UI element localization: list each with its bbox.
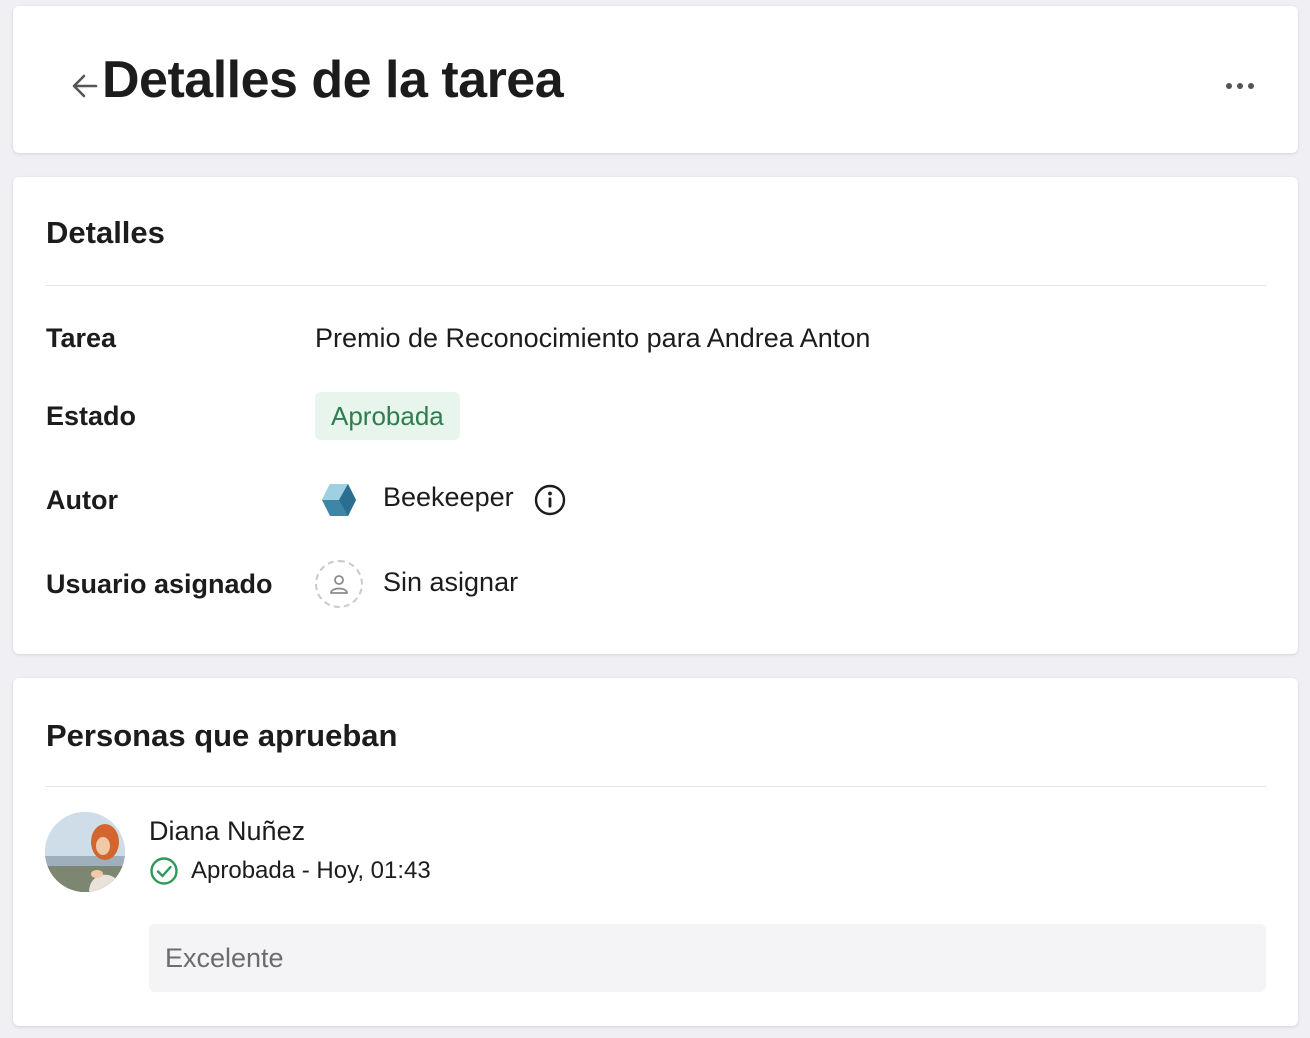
assignee-label: Usuario asignado <box>46 569 273 599</box>
page-title: Detalles de la tarea <box>102 51 564 109</box>
approver-status-text: Aprobada - Hoy, 01:43 <box>191 857 431 884</box>
details-divider <box>45 285 1266 286</box>
author-name: Beekeeper <box>383 482 514 512</box>
approver-status: Aprobada - Hoy, 01:43 <box>149 856 431 886</box>
info-icon[interactable] <box>533 483 567 517</box>
avatar[interactable] <box>45 812 125 892</box>
more-horizontal-icon <box>1226 83 1254 89</box>
details-card: Detalles Tarea Premio de Reconocimiento … <box>13 177 1298 654</box>
approvers-card: Personas que aprueban Diana Nuñez Aproba… <box>13 678 1298 1026</box>
approver-name: Diana Nuñez <box>149 816 306 846</box>
header-card: Detalles de la tarea <box>13 6 1298 153</box>
more-options-button[interactable] <box>1212 58 1268 114</box>
task-value: Premio de Reconocimiento para Andrea Ant… <box>315 323 871 353</box>
status-label: Estado <box>46 401 137 431</box>
details-section-title: Detalles <box>46 215 165 250</box>
approver-comment: Excelente <box>149 924 1266 992</box>
approvers-section-title: Personas que aprueban <box>46 718 398 753</box>
author-label: Autor <box>46 485 118 515</box>
arrow-left-icon <box>72 74 98 98</box>
assignee-value: Sin asignar <box>383 567 519 597</box>
check-circle-icon <box>150 857 178 885</box>
unassigned-avatar <box>315 560 363 608</box>
unassigned-user-icon <box>330 575 348 594</box>
approvers-divider <box>45 786 1266 787</box>
task-label: Tarea <box>46 323 117 353</box>
avatar-photo <box>45 812 125 892</box>
beekeeper-logo-icon <box>322 484 356 516</box>
status-badge: Aprobada <box>315 392 460 440</box>
